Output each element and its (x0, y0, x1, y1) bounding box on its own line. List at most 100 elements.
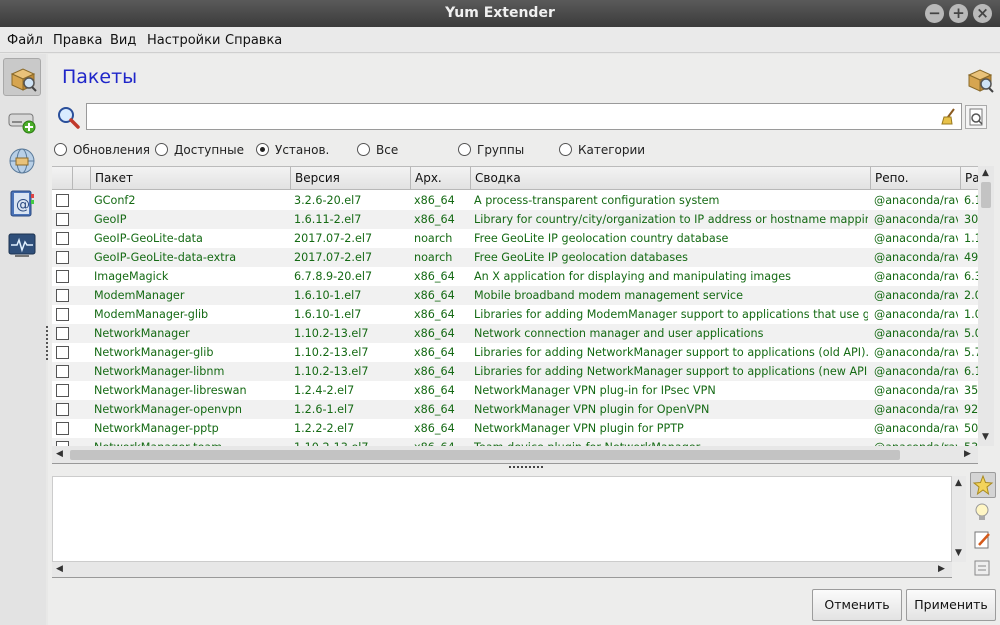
close-button[interactable]: × (973, 4, 992, 23)
row-checkbox[interactable] (56, 422, 69, 435)
cell-version: 1.2.2-2.el7 (294, 422, 355, 435)
sidebar-history-button[interactable] (3, 142, 41, 180)
column-header-summary[interactable]: Сводка (470, 167, 870, 190)
scroll-down-arrow-icon[interactable]: ▼ (982, 432, 989, 442)
table-row[interactable]: ModemManager-glib 1.6.10-1.el7 x86_64 Libra… (52, 305, 978, 324)
details-horizontal-scrollbar[interactable]: ◀ ▶ (52, 562, 952, 578)
search-icon (58, 107, 80, 129)
scroll-left-arrow-icon[interactable]: ◀ (56, 449, 63, 459)
details-info-button[interactable] (970, 500, 996, 526)
cell-summary: NetworkManager VPN plugin for PPTP (474, 422, 684, 435)
menu-view[interactable]: Вид (110, 33, 136, 48)
table-row[interactable]: GeoIP-GeoLite-data-extra 2017.07-2.el7 noa… (52, 248, 978, 267)
cell-summary: A process-transparent configuration syst… (474, 194, 720, 207)
table-vertical-scrollbar[interactable]: ▲ ▼ (978, 166, 994, 446)
table-row[interactable]: NetworkManager 1.10.2-13.el7 x86_64 Network… (52, 324, 978, 343)
scroll-thumb[interactable] (70, 450, 900, 460)
table-row[interactable]: GConf2 3.2.6-20.el7 x86_64 A process-transp… (52, 191, 978, 210)
cell-version: 1.6.11-2.el7 (294, 213, 362, 226)
package-box-icon (10, 68, 37, 92)
row-checkbox[interactable] (56, 194, 69, 207)
cell-summary: NetworkManager VPN plug-in for IPsec VPN (474, 384, 716, 397)
cell-repo: @anaconda/rav (874, 194, 958, 207)
row-checkbox[interactable] (56, 232, 69, 245)
row-checkbox[interactable] (56, 289, 69, 302)
scroll-left-arrow-icon[interactable]: ◀ (56, 564, 63, 574)
table-row[interactable]: ModemManager 1.6.10-1.el7 x86_64 Mobile bro… (52, 286, 978, 305)
table-row[interactable]: ImageMagick 6.7.8.9-20.el7 x86_64 An X appl… (52, 267, 978, 286)
details-changelog-button[interactable] (970, 528, 996, 554)
minimize-button[interactable]: − (925, 4, 944, 23)
radio-indicator[interactable] (155, 143, 168, 156)
column-header-size[interactable]: Ра (960, 167, 978, 190)
radio-indicator[interactable] (559, 143, 572, 156)
row-checkbox[interactable] (56, 251, 69, 264)
table-row[interactable]: NetworkManager-glib 1.10.2-13.el7 x86_64 Li… (52, 343, 978, 362)
column-header-package[interactable]: Пакет (90, 167, 290, 190)
cell-version: 6.7.8.9-20.el7 (294, 270, 373, 283)
scroll-thumb[interactable] (981, 182, 991, 208)
scroll-up-arrow-icon[interactable]: ▲ (955, 478, 962, 488)
menu-help[interactable]: Справка (225, 33, 282, 48)
cell-version: 2017.07-2.el7 (294, 232, 373, 245)
details-description-button[interactable] (970, 472, 996, 498)
cell-arch: x86_64 (414, 422, 455, 435)
cell-arch: x86_64 (414, 194, 455, 207)
menu-edit[interactable]: Правка (53, 33, 102, 48)
row-checkbox[interactable] (56, 384, 69, 397)
table-row[interactable]: NetworkManager-pptp 1.2.2-2.el7 x86_64 Netw… (52, 419, 978, 438)
cell-arch: x86_64 (414, 289, 455, 302)
cell-size: 1.0 (964, 308, 978, 321)
row-checkbox[interactable] (56, 327, 69, 340)
maximize-button[interactable]: + (949, 4, 968, 23)
radio-indicator[interactable] (357, 143, 370, 156)
sidebar-repos-button[interactable] (3, 100, 41, 138)
scroll-down-arrow-icon[interactable]: ▼ (955, 548, 962, 558)
search-input[interactable] (86, 103, 962, 130)
clear-broom-icon[interactable] (940, 107, 958, 125)
column-header-repo[interactable]: Репо. (870, 167, 960, 190)
scroll-right-arrow-icon[interactable]: ▶ (938, 564, 945, 574)
column-header-version[interactable]: Версия (290, 167, 410, 190)
menu-file[interactable]: Файл (7, 33, 43, 48)
row-checkbox[interactable] (56, 270, 69, 283)
column-header-blank[interactable] (72, 167, 90, 190)
details-toolbar (968, 472, 998, 582)
column-header-arch[interactable]: Арх. (410, 167, 470, 190)
search-options-button[interactable] (965, 105, 987, 129)
pane-resize-grip[interactable] (509, 466, 543, 469)
details-files-button[interactable] (970, 556, 996, 582)
cell-package: NetworkManager-openvpn (94, 403, 243, 416)
row-checkbox[interactable] (56, 403, 69, 416)
row-checkbox[interactable] (56, 346, 69, 359)
scroll-up-arrow-icon[interactable]: ▲ (982, 168, 989, 178)
sidebar-contacts-button[interactable]: @ (3, 184, 41, 222)
radio-indicator[interactable] (54, 143, 67, 156)
cell-size: 50 (964, 422, 978, 435)
table-row[interactable]: NetworkManager-team 1.10.2-13.el7 x86_64 Te… (52, 438, 978, 446)
menu-bar: Файл Правка Вид Настройки Справка (0, 27, 1000, 53)
table-row[interactable]: NetworkManager-libreswan 1.2.4-2.el7 x86_6… (52, 381, 978, 400)
radio-indicator[interactable] (458, 143, 471, 156)
radio-indicator[interactable] (256, 143, 269, 156)
row-checkbox[interactable] (56, 365, 69, 378)
details-vertical-scrollbar[interactable]: ▲ ▼ (952, 476, 966, 562)
row-checkbox[interactable] (56, 213, 69, 226)
sidebar-packages-button[interactable] (3, 58, 41, 96)
cell-arch: x86_64 (414, 346, 455, 359)
cell-repo: @anaconda/rav (874, 251, 958, 264)
table-row[interactable]: NetworkManager-libnm 1.10.2-13.el7 x86_64 L… (52, 362, 978, 381)
menu-settings[interactable]: Настройки (147, 33, 220, 48)
table-horizontal-scrollbar[interactable]: ◀ ▶ (52, 446, 978, 464)
table-row[interactable]: GeoIP-GeoLite-data 2017.07-2.el7 noarch Fre… (52, 229, 978, 248)
table-row[interactable]: GeoIP 1.6.11-2.el7 x86_64 Library for count… (52, 210, 978, 229)
column-header-select[interactable] (52, 167, 72, 190)
table-row[interactable]: NetworkManager-openvpn 1.2.6-1.el7 x86_64 N… (52, 400, 978, 419)
row-checkbox[interactable] (56, 308, 69, 321)
sidebar-monitor-button[interactable] (3, 226, 41, 264)
cell-size: 92 (964, 403, 978, 416)
apply-button[interactable]: Применить (906, 589, 996, 621)
scroll-right-arrow-icon[interactable]: ▶ (964, 449, 971, 459)
package-details-area[interactable] (52, 476, 952, 562)
cancel-button[interactable]: Отменить (812, 589, 902, 621)
